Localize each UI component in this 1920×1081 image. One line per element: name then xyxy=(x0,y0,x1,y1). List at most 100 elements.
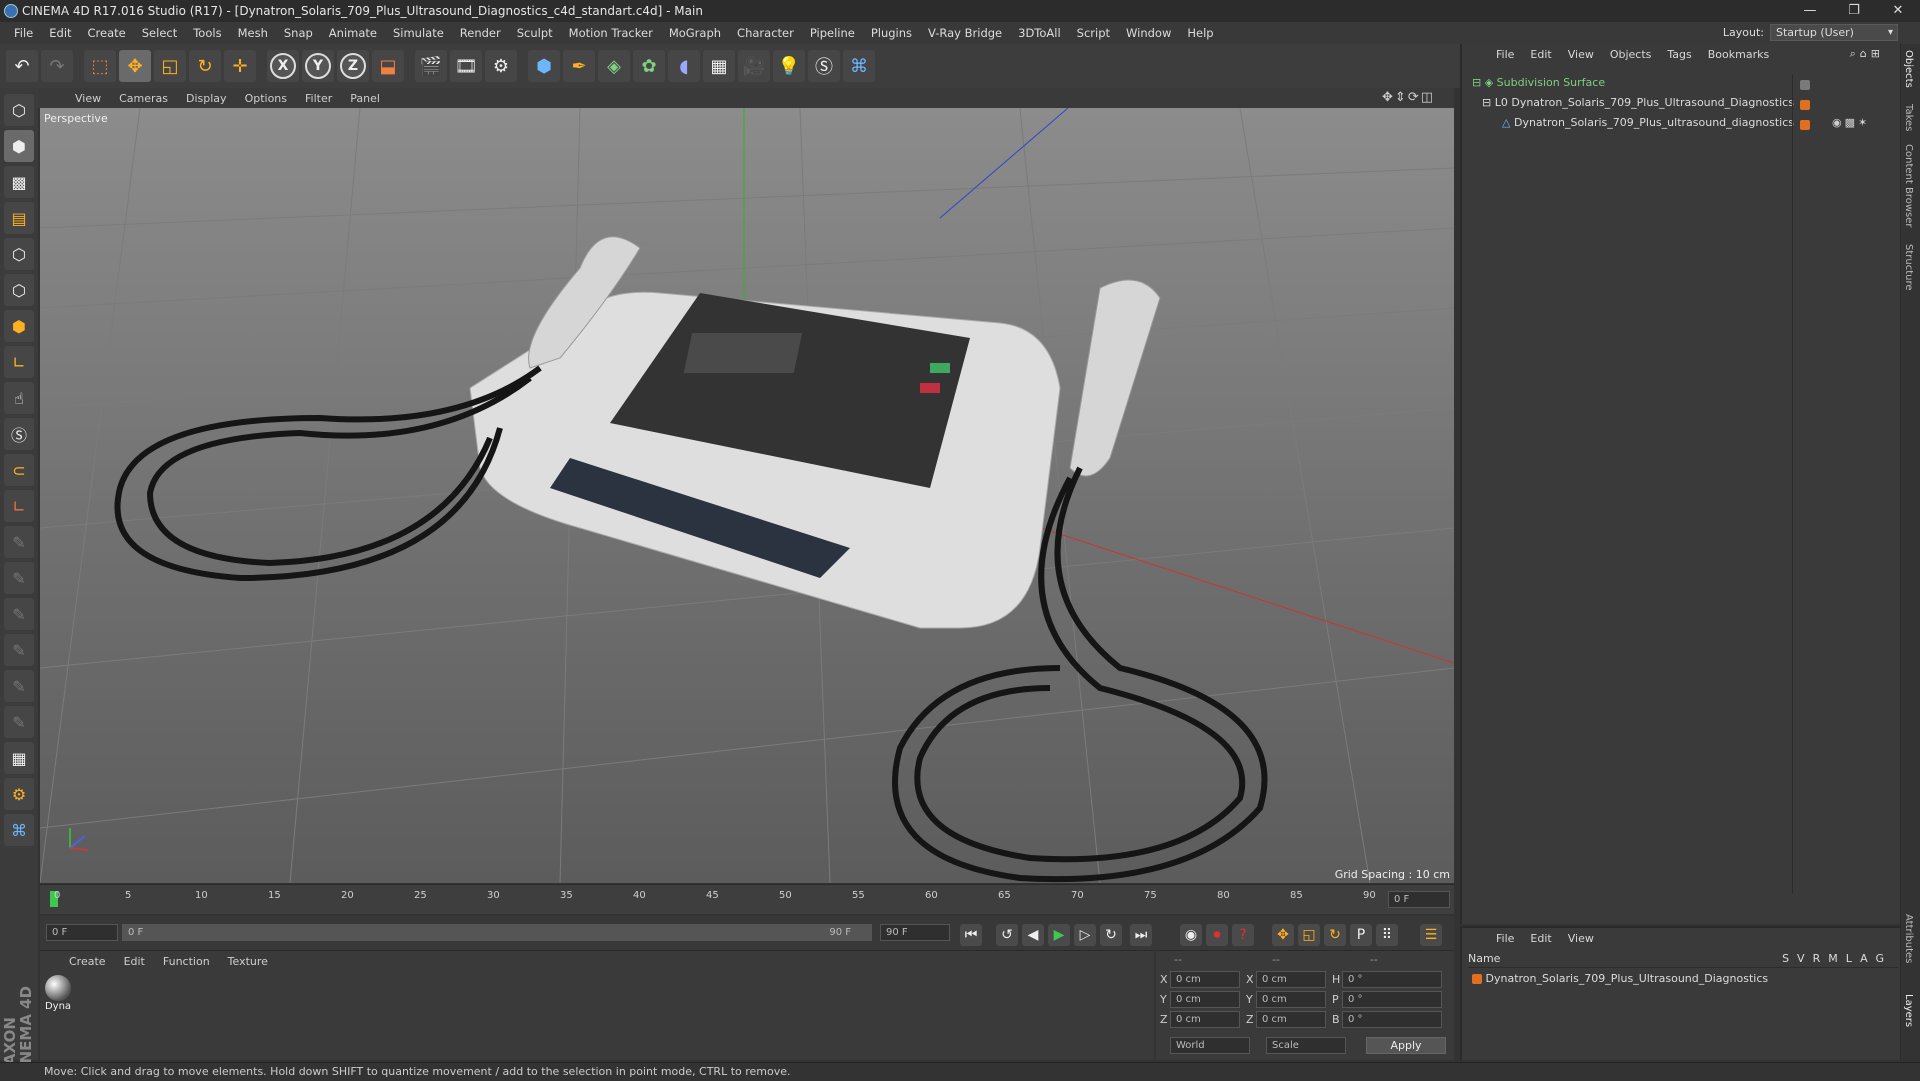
menu-3dtoall[interactable]: 3DToAll xyxy=(1010,26,1069,40)
menu-character[interactable]: Character xyxy=(729,26,802,40)
render-settings-icon[interactable]: ⚙ xyxy=(485,50,517,82)
key-position-icon[interactable]: ✥ xyxy=(1272,924,1294,946)
close-button[interactable]: ✕ xyxy=(1876,0,1920,22)
floor-icon[interactable]: ▦ xyxy=(703,50,735,82)
end-frame-field[interactable]: 90 F xyxy=(880,924,950,941)
pen-icon[interactable]: ✒ xyxy=(563,50,595,82)
menu-mograph[interactable]: MoGraph xyxy=(661,26,729,40)
material-menu-texture[interactable]: Texture xyxy=(219,955,277,968)
deformer-icon[interactable]: ◖ xyxy=(668,50,700,82)
side-tab-structure[interactable]: Structure xyxy=(1903,244,1914,291)
viewport-menu-panel[interactable]: Panel xyxy=(341,92,389,105)
objects-menu-tags[interactable]: Tags xyxy=(1659,48,1699,61)
scale-icon[interactable]: ◱ xyxy=(154,50,186,82)
polygons-mode-icon[interactable]: ⬢ xyxy=(4,310,34,342)
autokey-icon[interactable]: ⏺ xyxy=(1206,924,1228,946)
size-x-field[interactable]: 0 cm xyxy=(1256,971,1326,988)
timeline-menu-icon[interactable]: ☰ xyxy=(1420,924,1442,946)
sculpt-tool-1-icon[interactable]: ✎ xyxy=(4,526,34,558)
start-frame-field[interactable]: 0 F xyxy=(46,924,118,941)
menu-help[interactable]: Help xyxy=(1179,26,1221,40)
menu-sculpt[interactable]: Sculpt xyxy=(509,26,561,40)
undo-icon[interactable]: ↶ xyxy=(6,50,38,82)
key-rotation-icon[interactable]: ↻ xyxy=(1324,924,1346,946)
key-scale-icon[interactable]: ◱ xyxy=(1298,924,1320,946)
sculpt-tool-3-icon[interactable]: ✎ xyxy=(4,598,34,630)
keyframe-help-icon[interactable]: ? xyxy=(1232,924,1254,946)
menu-file[interactable]: File xyxy=(6,26,41,40)
x-axis-icon[interactable]: X xyxy=(267,50,299,82)
rotate-icon[interactable]: ↻ xyxy=(189,50,221,82)
workplane-axis-icon[interactable]: ∟ xyxy=(4,490,34,522)
menu-script[interactable]: Script xyxy=(1069,26,1118,40)
objects-menu-file[interactable]: File xyxy=(1488,48,1522,61)
axis-mode-icon[interactable]: ∟ xyxy=(4,346,34,378)
sculpt-tool-4-icon[interactable]: ✎ xyxy=(4,634,34,666)
coord-mode-dropdown[interactable]: World xyxy=(1170,1037,1250,1054)
side-tab-content-browser[interactable]: Content Browser xyxy=(1903,144,1914,227)
menu-window[interactable]: Window xyxy=(1118,26,1179,40)
next-frame-icon[interactable]: ▷ xyxy=(1074,924,1096,946)
position-y-field[interactable]: 0 cm xyxy=(1170,991,1240,1008)
camera-icon[interactable]: 🎥 xyxy=(738,50,770,82)
menu-create[interactable]: Create xyxy=(80,26,134,40)
rotation-h-field[interactable]: 0 ° xyxy=(1342,971,1442,988)
tree-item-null[interactable]: ⊟ L0 Dynatron_Solaris_709_Plus_Ultrasoun… xyxy=(1482,94,1794,112)
play-icon[interactable]: ▶ xyxy=(1048,924,1070,946)
python-s-icon[interactable]: Ⓢ xyxy=(808,50,840,82)
gear-icon[interactable]: ⚙ xyxy=(4,778,34,810)
menu-animate[interactable]: Animate xyxy=(321,26,385,40)
menu-snap[interactable]: Snap xyxy=(276,26,321,40)
material-swatch[interactable]: Dyna xyxy=(44,975,72,1015)
cloner-icon[interactable]: ✿ xyxy=(633,50,665,82)
minimize-button[interactable]: — xyxy=(1788,0,1832,22)
select-icon[interactable]: ⬚ xyxy=(84,50,116,82)
tree-item-mesh[interactable]: △ Dynatron_Solaris_709_Plus_ultrasound_d… xyxy=(1502,114,1794,132)
viewport-menu-filter[interactable]: Filter xyxy=(296,92,341,105)
layers-menu-file[interactable]: File xyxy=(1488,932,1522,945)
viewport[interactable] xyxy=(40,108,1454,883)
layer-row[interactable]: Dynatron_Solaris_709_Plus_Ultrasound_Dia… xyxy=(1472,970,1768,988)
menu-vray-bridge[interactable]: V-Ray Bridge xyxy=(920,26,1010,40)
menu-render[interactable]: Render xyxy=(452,26,509,40)
position-x-field[interactable]: 0 cm xyxy=(1170,971,1240,988)
workplane-icon[interactable]: ▤ xyxy=(4,202,34,234)
sculpt-tool-2-icon[interactable]: ✎ xyxy=(4,562,34,594)
points-mode-icon[interactable]: ⬡ xyxy=(4,238,34,270)
light-icon[interactable]: 💡 xyxy=(773,50,805,82)
viewport-menu-view[interactable]: View xyxy=(66,92,110,105)
viewport-menu-cameras[interactable]: Cameras xyxy=(110,92,177,105)
material-menu-create[interactable]: Create xyxy=(60,955,115,968)
redo-icon[interactable]: ↷ xyxy=(41,50,73,82)
goto-end-icon[interactable]: ⏭ xyxy=(1130,924,1152,946)
apply-button[interactable]: Apply xyxy=(1366,1037,1446,1054)
coord-system-icon[interactable]: ⬓ xyxy=(372,50,404,82)
texture-mode-icon[interactable]: ▩ xyxy=(4,166,34,198)
side-tab-attributes[interactable]: Attributes xyxy=(1903,914,1914,963)
layer-tag-1[interactable] xyxy=(1800,98,1810,111)
menu-edit[interactable]: Edit xyxy=(41,26,79,40)
y-axis-icon[interactable]: Y xyxy=(302,50,334,82)
sculpt-tool-6-icon[interactable]: ✎ xyxy=(4,706,34,738)
next-key-icon[interactable]: ↻ xyxy=(1100,924,1122,946)
menu-plugins[interactable]: Plugins xyxy=(863,26,920,40)
material-menu-function[interactable]: Function xyxy=(154,955,219,968)
snap-icon[interactable]: Ⓢ xyxy=(4,418,34,450)
objects-menu-objects[interactable]: Objects xyxy=(1602,48,1660,61)
layout-dropdown[interactable]: Startup (User) xyxy=(1770,24,1898,41)
subdivision-icon[interactable]: ◈ xyxy=(598,50,630,82)
objects-toolbar-icons[interactable]: ⌕⌂⊞ xyxy=(1842,47,1892,61)
cube-icon[interactable]: ⬢ xyxy=(528,50,560,82)
objects-menu-edit[interactable]: Edit xyxy=(1522,48,1559,61)
python-console-icon[interactable]: ⌘ xyxy=(4,814,34,846)
side-tab-objects[interactable]: Objects xyxy=(1903,50,1914,88)
material-tag-icon[interactable]: ◉▩✶ xyxy=(1832,116,1870,129)
side-tab-layers[interactable]: Layers xyxy=(1903,994,1914,1027)
menu-motion-tracker[interactable]: Motion Tracker xyxy=(561,26,661,40)
rotation-b-field[interactable]: 0 ° xyxy=(1342,1011,1442,1028)
menu-tools[interactable]: Tools xyxy=(185,26,229,40)
layer-tag-0[interactable] xyxy=(1800,78,1810,91)
coord-scale-dropdown[interactable]: Scale xyxy=(1266,1037,1346,1054)
transform-icon[interactable]: ✛ xyxy=(224,50,256,82)
menu-simulate[interactable]: Simulate xyxy=(385,26,452,40)
